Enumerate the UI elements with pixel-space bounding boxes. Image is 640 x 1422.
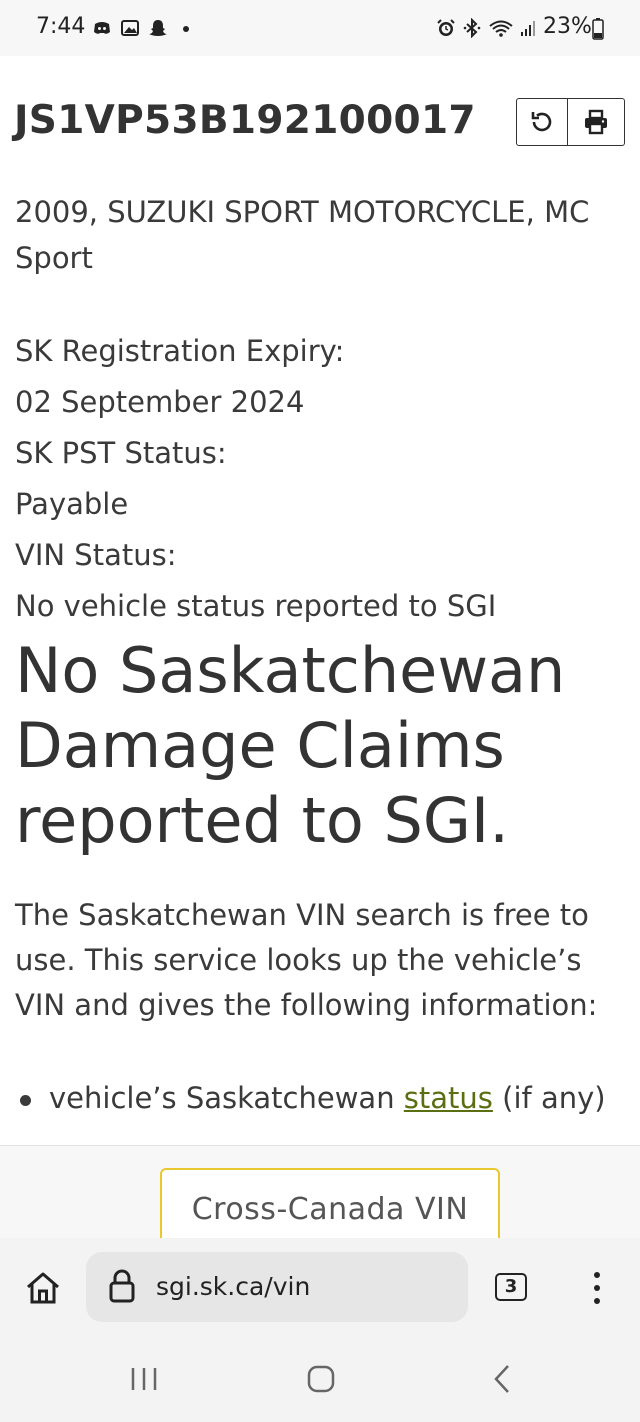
refresh-button[interactable] <box>516 98 568 146</box>
vin-status-value: No vehicle status reported to SGI <box>15 589 497 623</box>
gallery-icon <box>121 20 139 36</box>
pst-status-value: Payable <box>15 487 129 521</box>
wifi-icon <box>489 20 513 37</box>
battery-icon <box>592 18 604 40</box>
reg-expiry-value: 02 September 2024 <box>15 385 305 419</box>
service-description: The Saskatchewan VIN search is free to u… <box>15 893 625 1028</box>
vehicle-description-line2: Sport <box>15 241 93 275</box>
home-nav-icon[interactable] <box>306 1364 336 1394</box>
snapchat-icon <box>149 20 167 36</box>
print-button[interactable] <box>568 98 625 146</box>
claims-line1: No Saskatchewan <box>15 634 566 707</box>
recent-apps-icon[interactable] <box>128 1366 160 1392</box>
vehicle-status-details: SK Registration Expiry: 02 September 202… <box>15 326 496 632</box>
print-icon <box>585 109 607 135</box>
vin-status-label: VIN Status: <box>15 538 177 572</box>
vehicle-description: 2009, SUZUKI SPORT MOTORCYCLE, MC Sport <box>15 189 589 281</box>
tabs-button[interactable]: 3 <box>495 1273 527 1301</box>
claims-headline: No Saskatchewan Damage Claims reported t… <box>15 633 615 858</box>
list-item: vehicle’s Saskatchewan status (if any) <box>20 1077 606 1119</box>
service-description-line1: The Saskatchewan VIN search is free to <box>15 898 589 932</box>
alarm-icon <box>437 19 455 36</box>
pst-status-label: SK PST Status: <box>15 436 227 470</box>
reg-expiry-label: SK Registration Expiry: <box>15 334 345 368</box>
lock-icon <box>109 1269 135 1303</box>
status-link[interactable]: status <box>404 1081 493 1115</box>
status-bar: 7:44 23% <box>0 0 640 56</box>
bullet-suffix: (if any) <box>492 1081 606 1115</box>
claims-line2: Damage Claims <box>15 709 505 782</box>
dot-icon <box>183 26 189 32</box>
discord-icon <box>94 22 110 34</box>
status-time: 7:44 <box>36 14 86 39</box>
service-description-line2: use. This service looks up the vehicle’s <box>15 943 582 977</box>
vin-title: JS1VP53B192100017 <box>14 98 476 143</box>
back-icon[interactable] <box>492 1364 512 1394</box>
battery-percent: 23% <box>543 14 592 39</box>
claims-line3: reported to SGI. <box>15 784 509 857</box>
signal-icon <box>521 21 535 36</box>
bullet-text: vehicle’s Saskatchewan <box>49 1081 404 1115</box>
home-icon[interactable] <box>24 1270 62 1306</box>
more-options-icon[interactable] <box>590 1270 604 1306</box>
bluetooth-icon <box>463 18 481 38</box>
address-bar[interactable]: sgi.sk.ca/vin <box>86 1252 468 1322</box>
refresh-icon <box>531 112 552 132</box>
service-description-line3: VIN and gives the following information: <box>15 988 598 1022</box>
url-text: sgi.sk.ca/vin <box>156 1272 311 1301</box>
vehicle-description-line1: 2009, SUZUKI SPORT MOTORCYCLE, MC <box>15 195 590 229</box>
bullet-icon <box>20 1094 31 1106</box>
